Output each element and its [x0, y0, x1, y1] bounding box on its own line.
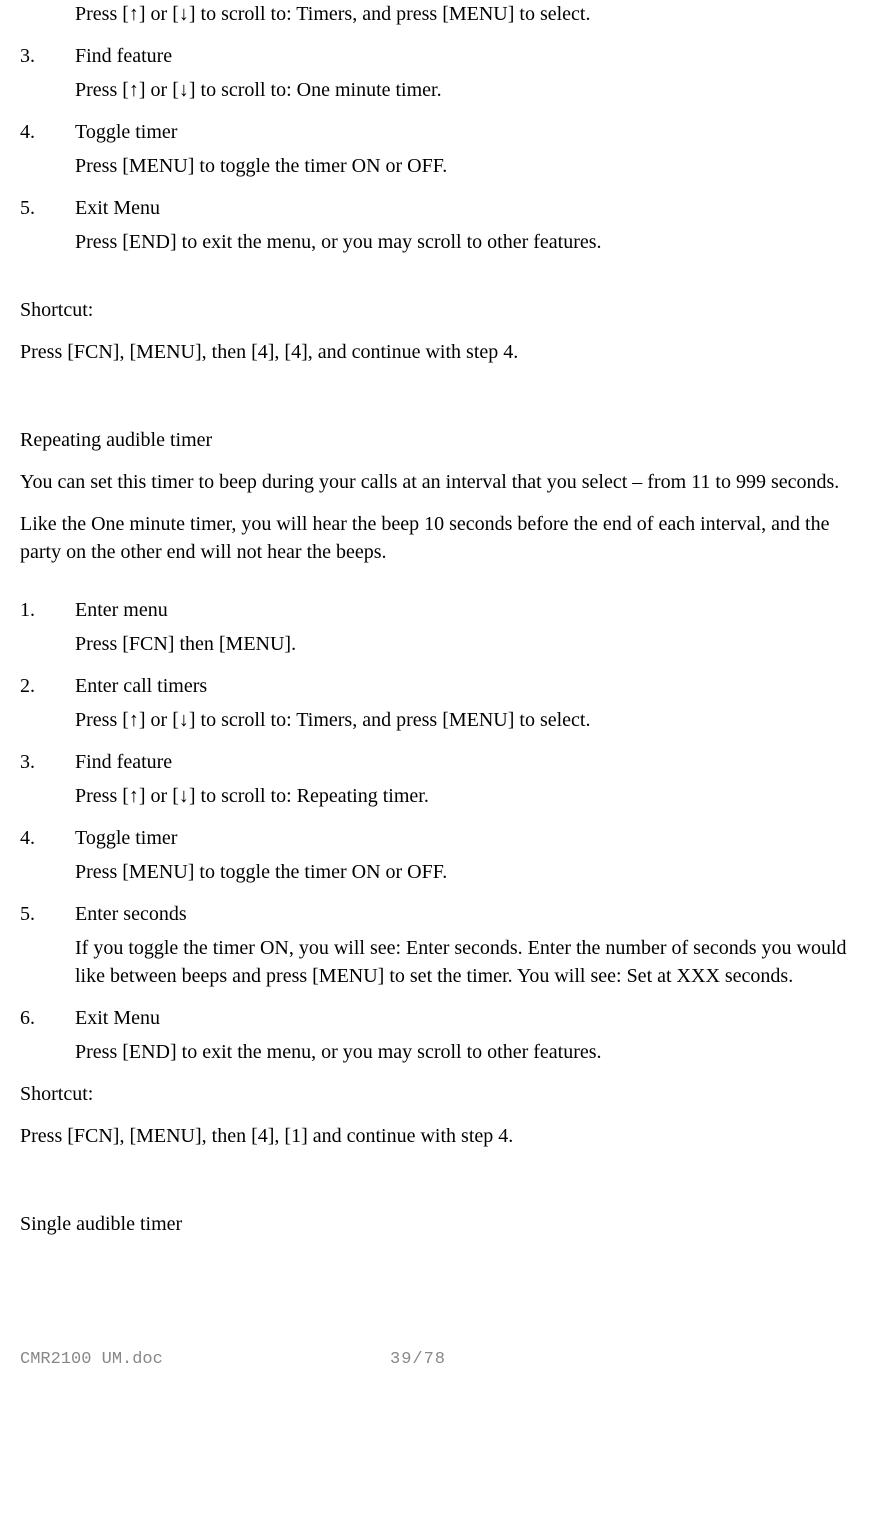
shortcut-text: Press [FCN], [MENU], then [4], [4], and …	[20, 338, 854, 366]
step-title: Enter seconds	[75, 900, 854, 928]
step-description: Press [MENU] to toggle the timer ON or O…	[75, 858, 854, 886]
list-item: 1. Enter menu	[20, 596, 854, 624]
step-description: Press [↑] or [↓] to scroll to: Timers, a…	[75, 706, 854, 734]
step-number: 4.	[20, 118, 75, 146]
step-number: 6.	[20, 1004, 75, 1032]
list-item: 6. Exit Menu	[20, 1004, 854, 1032]
list-item: 5. Enter seconds	[20, 900, 854, 928]
list-item: 5. Exit Menu	[20, 194, 854, 222]
shortcut-label: Shortcut:	[20, 1080, 854, 1108]
step-number: 3.	[20, 748, 75, 776]
step-description: Press [END] to exit the menu, or you may…	[75, 1038, 854, 1066]
step-number: 2.	[20, 672, 75, 700]
step-description: Press [↑] or [↓] to scroll to: Timers, a…	[75, 0, 854, 28]
footer-page-number: 39/78	[390, 1348, 446, 1372]
step-description: Press [END] to exit the menu, or you may…	[75, 228, 854, 256]
step-number: 1.	[20, 596, 75, 624]
step-title: Toggle timer	[75, 118, 854, 146]
step-title: Toggle timer	[75, 824, 854, 852]
step-title: Find feature	[75, 748, 854, 776]
step-title: Find feature	[75, 42, 854, 70]
list-item: 4. Toggle timer	[20, 118, 854, 146]
list-item: 3. Find feature	[20, 748, 854, 776]
step-description: If you toggle the timer ON, you will see…	[75, 934, 854, 990]
body-text: You can set this timer to beep during yo…	[20, 468, 854, 496]
section-heading: Repeating audible timer	[20, 426, 854, 454]
footer-doc-name: CMR2100 UM.doc	[20, 1348, 390, 1372]
step-title: Exit Menu	[75, 1004, 854, 1032]
list-item: 3. Find feature	[20, 42, 854, 70]
step-description: Press [↑] or [↓] to scroll to: Repeating…	[75, 782, 854, 810]
step-number: 5.	[20, 194, 75, 222]
list-item: 2. Enter call timers	[20, 672, 854, 700]
section-heading: Single audible timer	[20, 1210, 854, 1238]
step-title: Enter menu	[75, 596, 854, 624]
step-description: Press [↑] or [↓] to scroll to: One minut…	[75, 76, 854, 104]
body-text: Like the One minute timer, you will hear…	[20, 510, 854, 566]
step-number: 3.	[20, 42, 75, 70]
page-footer: CMR2100 UM.doc 39/78	[20, 1348, 854, 1372]
step-number: 4.	[20, 824, 75, 852]
list-item: 4. Toggle timer	[20, 824, 854, 852]
step-title: Enter call timers	[75, 672, 854, 700]
step-title: Exit Menu	[75, 194, 854, 222]
step-description: Press [FCN] then [MENU].	[75, 630, 854, 658]
shortcut-text: Press [FCN], [MENU], then [4], [1] and c…	[20, 1122, 854, 1150]
step-description: Press [MENU] to toggle the timer ON or O…	[75, 152, 854, 180]
step-number: 5.	[20, 900, 75, 928]
shortcut-label: Shortcut:	[20, 296, 854, 324]
